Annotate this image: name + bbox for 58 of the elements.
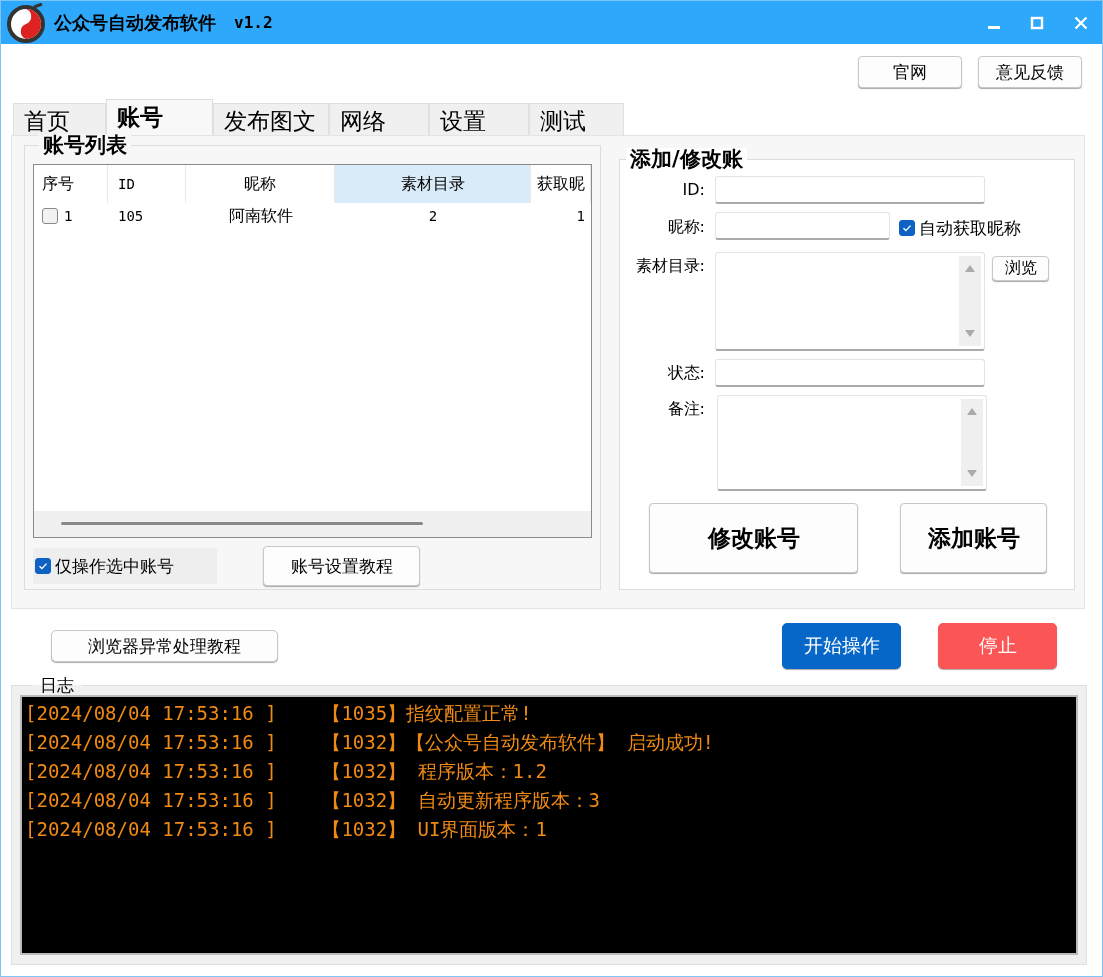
arrow-down-icon[interactable] — [967, 470, 977, 478]
table-cell-text: 105 — [117, 208, 145, 224]
log-line: [2024/08/04 17:53:16 ] 【1032】 自动更新程序版本：3 — [25, 788, 601, 813]
scrollbar[interactable] — [959, 256, 981, 346]
action-button[interactable]: 添加账号 — [900, 503, 1047, 573]
log-line: [2024/08/04 17:53:16 ] 【1032】 程序版本：1.2 — [25, 759, 547, 784]
scrollbar[interactable] — [961, 399, 983, 486]
checkbox-label: 仅操作选中账号 — [55, 554, 174, 578]
text-area[interactable] — [717, 395, 987, 491]
table-cell-text: 2 — [427, 208, 439, 224]
field-label: ID: — [681, 179, 706, 201]
group-title: 账号列表 — [39, 134, 131, 156]
column-header[interactable]: 序号 — [34, 165, 108, 203]
window-title: 公众号自动发布软件 — [54, 10, 216, 35]
log-line: [2024/08/04 17:53:16 ] 【1032】 UI界面版本：1 — [25, 817, 547, 842]
log-line: [2024/08/04 17:53:16 ] 【1035】指纹配置正常! — [25, 701, 532, 726]
tab[interactable]: 网络 — [329, 103, 429, 135]
field-label: 昵称: — [666, 216, 706, 238]
column-header[interactable]: 获取昵 — [531, 165, 591, 203]
start-button[interactable]: 开始操作 — [782, 623, 901, 669]
table-cell-text: 阿南软件 — [227, 205, 294, 227]
maximize-icon — [1030, 15, 1044, 30]
arrow-up-icon[interactable] — [965, 264, 975, 272]
tab[interactable]: 账号 — [106, 99, 213, 135]
tab[interactable]: 设置 — [429, 103, 529, 135]
arrow-down-icon[interactable] — [965, 330, 975, 338]
header-button[interactable]: 官网 — [858, 56, 962, 88]
minimize-icon — [988, 25, 1000, 29]
input-field[interactable] — [715, 212, 890, 240]
group-title: 日志 — [39, 675, 75, 695]
input-field[interactable] — [715, 176, 985, 204]
field-label: 素材目录: — [634, 255, 706, 277]
tab[interactable]: 首页 — [13, 103, 106, 135]
field-label: 状态: — [666, 362, 706, 384]
action-button[interactable]: 修改账号 — [649, 503, 858, 573]
tutorial-button[interactable]: 浏览器异常处理教程 — [51, 630, 278, 662]
text-area[interactable] — [715, 252, 985, 351]
tutorial-button[interactable]: 账号设置教程 — [263, 546, 420, 586]
table-cell: 1 — [64, 208, 73, 224]
tab[interactable]: 测试 — [529, 103, 624, 135]
browse-button[interactable]: 浏览 — [992, 256, 1049, 281]
checkbox[interactable] — [42, 208, 58, 224]
column-header[interactable]: 素材目录 — [335, 165, 531, 203]
checkbox-label: 自动获取昵称 — [919, 216, 1021, 240]
input-field[interactable] — [715, 359, 985, 387]
group-title: 添加/修改账 — [626, 148, 747, 170]
checkbox[interactable] — [35, 558, 51, 574]
table-cell-text: 1 — [575, 208, 586, 224]
log-line: [2024/08/04 17:53:16 ] 【1032】【公众号自动发布软件】 启动成功! — [25, 730, 715, 755]
column-header[interactable]: ID — [108, 165, 186, 203]
scrollbar[interactable] — [34, 511, 591, 537]
tab[interactable]: 发布图文 — [213, 103, 329, 135]
field-label: 备注: — [666, 398, 706, 420]
checkbox[interactable] — [899, 220, 915, 236]
version-label: v1.2 — [234, 13, 273, 32]
close-icon — [1074, 15, 1088, 30]
header-button[interactable]: 意见反馈 — [978, 56, 1082, 88]
arrow-up-icon[interactable] — [967, 407, 977, 415]
